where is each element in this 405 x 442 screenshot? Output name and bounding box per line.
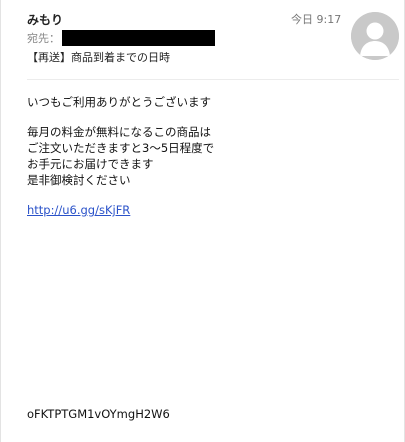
email-subject: 【再送】商品到着までの日時 [27, 51, 170, 64]
received-time: 今日 9:17 [291, 13, 342, 26]
message-link[interactable]: http://u6.gg/sKjFR [27, 202, 130, 218]
sender-avatar[interactable] [351, 12, 399, 60]
message-paragraph: 毎月の料金が無料になるこの商品は ご注文いただきますと3〜5日程度で お手元にお… [27, 124, 387, 188]
message-line: お手元にお届けできます [27, 157, 154, 171]
email-view: みもり 今日 9:17 宛先： 【再送】商品到着までの日時 いつもご利用ありがと… [0, 0, 405, 442]
to-label: 宛先： [27, 32, 60, 45]
sender-name[interactable]: みもり [27, 11, 63, 28]
header-divider [27, 79, 399, 80]
tracking-code: oFKTPTGM1vOYmgH2W6 [27, 407, 170, 421]
greeting-text: いつもご利用ありがとうございます [27, 95, 211, 109]
message-line: 毎月の料金が無料になるこの商品は [27, 125, 211, 139]
message-line: 是非御検討ください [27, 173, 131, 187]
message-line: ご注文いただきますと3〜5日程度で [27, 141, 215, 155]
recipient-row: 宛先： [27, 30, 215, 46]
redacted-recipient [62, 30, 215, 46]
person-silhouette-icon [351, 12, 399, 60]
email-header: みもり 今日 9:17 宛先： 【再送】商品到着までの日時 [1, 0, 404, 78]
email-body: いつもご利用ありがとうございます 毎月の料金が無料になるこの商品は ご注文いただ… [27, 94, 387, 218]
